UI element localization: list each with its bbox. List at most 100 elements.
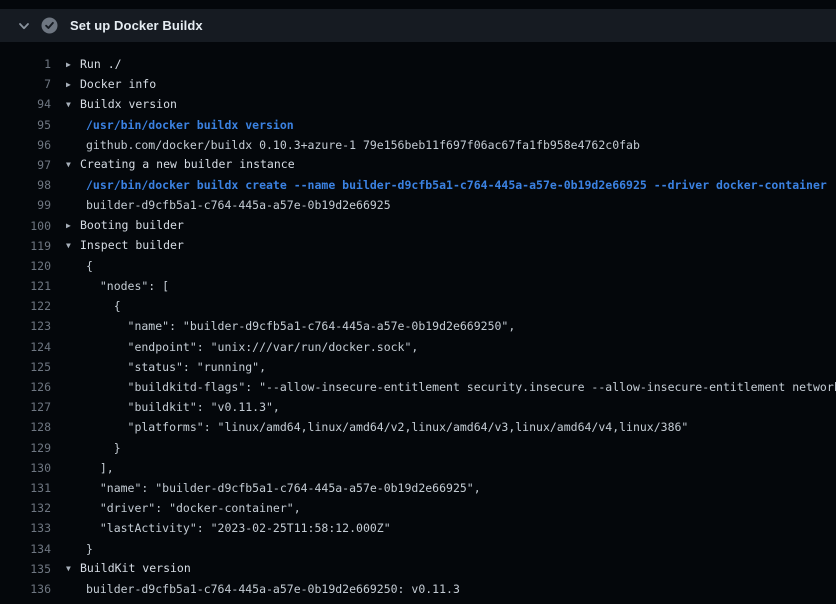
line-number-link[interactable]: 98 <box>0 175 51 195</box>
log-line-row: 98/usr/bin/docker buildx create --name b… <box>0 175 836 195</box>
output-text: "status": "running", <box>86 357 266 377</box>
group-header[interactable]: ▶Docker info <box>66 74 156 95</box>
check-circle-icon <box>41 17 58 34</box>
log-line-row: 132 "driver": "docker-container", <box>0 498 836 518</box>
output-text: "buildkit": "v0.11.3", <box>86 397 280 417</box>
log-line-row: 124 "endpoint": "unix:///var/run/docker.… <box>0 337 836 357</box>
step-title: Set up Docker Buildx <box>70 18 203 33</box>
log-line-row: 95/usr/bin/docker buildx version <box>0 115 836 135</box>
triangle-right-icon: ▶ <box>66 75 80 95</box>
output-text: "name": "builder-d9cfb5a1-c764-445a-a57e… <box>86 316 515 336</box>
log-line-row: 121 "nodes": [ <box>0 276 836 296</box>
group-label: Run ./ <box>80 57 122 71</box>
line-number-link[interactable]: 99 <box>0 195 51 215</box>
output-text: "name": "builder-d9cfb5a1-c764-445a-a57e… <box>86 478 481 498</box>
line-number-link[interactable]: 96 <box>0 135 51 155</box>
log-line-row: 128 "platforms": "linux/amd64,linux/amd6… <box>0 417 836 437</box>
log-group-row[interactable]: 135 ▼BuildKit version <box>0 559 836 579</box>
triangle-down-icon: ▼ <box>66 95 80 115</box>
command-text: /usr/bin/docker buildx create --name bui… <box>86 175 827 195</box>
group-header[interactable]: ▼Buildx version <box>66 94 177 115</box>
line-number-link[interactable]: 1 <box>0 54 51 74</box>
line-number-link[interactable]: 130 <box>0 458 51 478</box>
output-text: "nodes": [ <box>86 276 169 296</box>
line-number-link[interactable]: 122 <box>0 296 51 316</box>
log-lines-container: 1▶Run ./7▶Docker info94▼Buildx version95… <box>0 42 836 599</box>
output-text: "platforms": "linux/amd64,linux/amd64/v2… <box>86 417 688 437</box>
line-number-link[interactable]: 129 <box>0 438 51 458</box>
line-number-link[interactable]: 134 <box>0 539 51 559</box>
line-number-link[interactable]: 132 <box>0 498 51 518</box>
output-text: { <box>86 256 93 276</box>
line-number-link[interactable]: 125 <box>0 357 51 377</box>
log-line-row: 134} <box>0 539 836 559</box>
workflow-log-panel: Set up Docker Buildx 1▶Run ./7▶Docker in… <box>0 9 836 599</box>
line-number-link[interactable]: 126 <box>0 377 51 397</box>
line-number-link[interactable]: 136 <box>0 579 51 599</box>
output-text: builder-d9cfb5a1-c764-445a-a57e-0b19d2e6… <box>86 195 391 215</box>
line-number-link[interactable]: 128 <box>0 417 51 437</box>
log-line-row: 120 { <box>0 256 836 276</box>
output-text: } <box>86 438 121 458</box>
command-text: /usr/bin/docker buildx version <box>86 115 294 135</box>
triangle-right-icon: ▶ <box>66 55 80 75</box>
log-line-row: 133 "lastActivity": "2023-02-25T11:58:12… <box>0 518 836 538</box>
output-text: { <box>86 296 121 316</box>
group-label: Buildx version <box>80 97 177 111</box>
log-group-row[interactable]: 97 ▼Creating a new builder instance <box>0 155 836 175</box>
group-label: Creating a new builder instance <box>80 157 295 171</box>
log-group-row[interactable]: 7 ▶Docker info <box>0 74 836 94</box>
output-text: "lastActivity": "2023-02-25T11:58:12.000… <box>86 518 391 538</box>
log-line-row: 136 builder-d9cfb5a1-c764-445a-a57e-0b19d… <box>0 579 836 599</box>
log-line-row: 122 { <box>0 296 836 316</box>
line-number-link[interactable]: 7 <box>0 74 51 94</box>
group-label: Booting builder <box>80 218 184 232</box>
log-line-row: 96 github.com/docker/buildx 0.10.3+azure-… <box>0 135 836 155</box>
group-label: BuildKit version <box>80 561 191 575</box>
log-line-row: 129 } <box>0 438 836 458</box>
output-text: "driver": "docker-container", <box>86 498 301 518</box>
triangle-right-icon: ▶ <box>66 216 80 236</box>
log-line-row: 125 "status": "running", <box>0 357 836 377</box>
log-line-row: 130 ], <box>0 458 836 478</box>
log-group-row[interactable]: 1 ▶Run ./ <box>0 54 836 74</box>
line-number-link[interactable]: 94 <box>0 94 51 114</box>
line-number-link[interactable]: 124 <box>0 337 51 357</box>
log-line-row: 99 builder-d9cfb5a1-c764-445a-a57e-0b19d2… <box>0 195 836 215</box>
triangle-down-icon: ▼ <box>66 155 80 175</box>
group-header[interactable]: ▼Inspect builder <box>66 235 184 256</box>
group-label: Docker info <box>80 77 156 91</box>
log-line-row: 126 "buildkitd-flags": "--allow-insecure… <box>0 377 836 397</box>
line-number-link[interactable]: 100 <box>0 216 51 236</box>
output-text: "buildkitd-flags": "--allow-insecure-ent… <box>86 377 836 397</box>
output-text: github.com/docker/buildx 0.10.3+azure-1 … <box>86 135 640 155</box>
line-number-link[interactable]: 119 <box>0 236 51 256</box>
chevron-down-icon[interactable] <box>17 19 31 33</box>
group-header[interactable]: ▶Run ./ <box>66 54 122 75</box>
line-number-link[interactable]: 120 <box>0 256 51 276</box>
step-header[interactable]: Set up Docker Buildx <box>0 9 836 42</box>
output-text: } <box>86 539 93 559</box>
line-number-link[interactable]: 123 <box>0 316 51 336</box>
group-header[interactable]: ▼BuildKit version <box>66 558 191 579</box>
group-header[interactable]: ▶Booting builder <box>66 215 184 236</box>
line-number-link[interactable]: 95 <box>0 115 51 135</box>
line-number-link[interactable]: 121 <box>0 276 51 296</box>
log-group-row[interactable]: 100 ▶Booting builder <box>0 216 836 236</box>
group-label: Inspect builder <box>80 238 184 252</box>
output-text: builder-d9cfb5a1-c764-445a-a57e-0b19d2e6… <box>86 579 460 599</box>
output-text: "endpoint": "unix:///var/run/docker.sock… <box>86 337 418 357</box>
log-line-row: 123 "name": "builder-d9cfb5a1-c764-445a-… <box>0 316 836 336</box>
log-line-row: 127 "buildkit": "v0.11.3", <box>0 397 836 417</box>
output-text: ], <box>86 458 114 478</box>
group-header[interactable]: ▼Creating a new builder instance <box>66 154 295 175</box>
line-number-link[interactable]: 131 <box>0 478 51 498</box>
line-number-link[interactable]: 135 <box>0 559 51 579</box>
triangle-down-icon: ▼ <box>66 236 80 256</box>
line-number-link[interactable]: 127 <box>0 397 51 417</box>
log-line-row: 131 "name": "builder-d9cfb5a1-c764-445a-… <box>0 478 836 498</box>
log-group-row[interactable]: 119 ▼Inspect builder <box>0 236 836 256</box>
line-number-link[interactable]: 133 <box>0 518 51 538</box>
line-number-link[interactable]: 97 <box>0 155 51 175</box>
log-group-row[interactable]: 94 ▼Buildx version <box>0 94 836 114</box>
